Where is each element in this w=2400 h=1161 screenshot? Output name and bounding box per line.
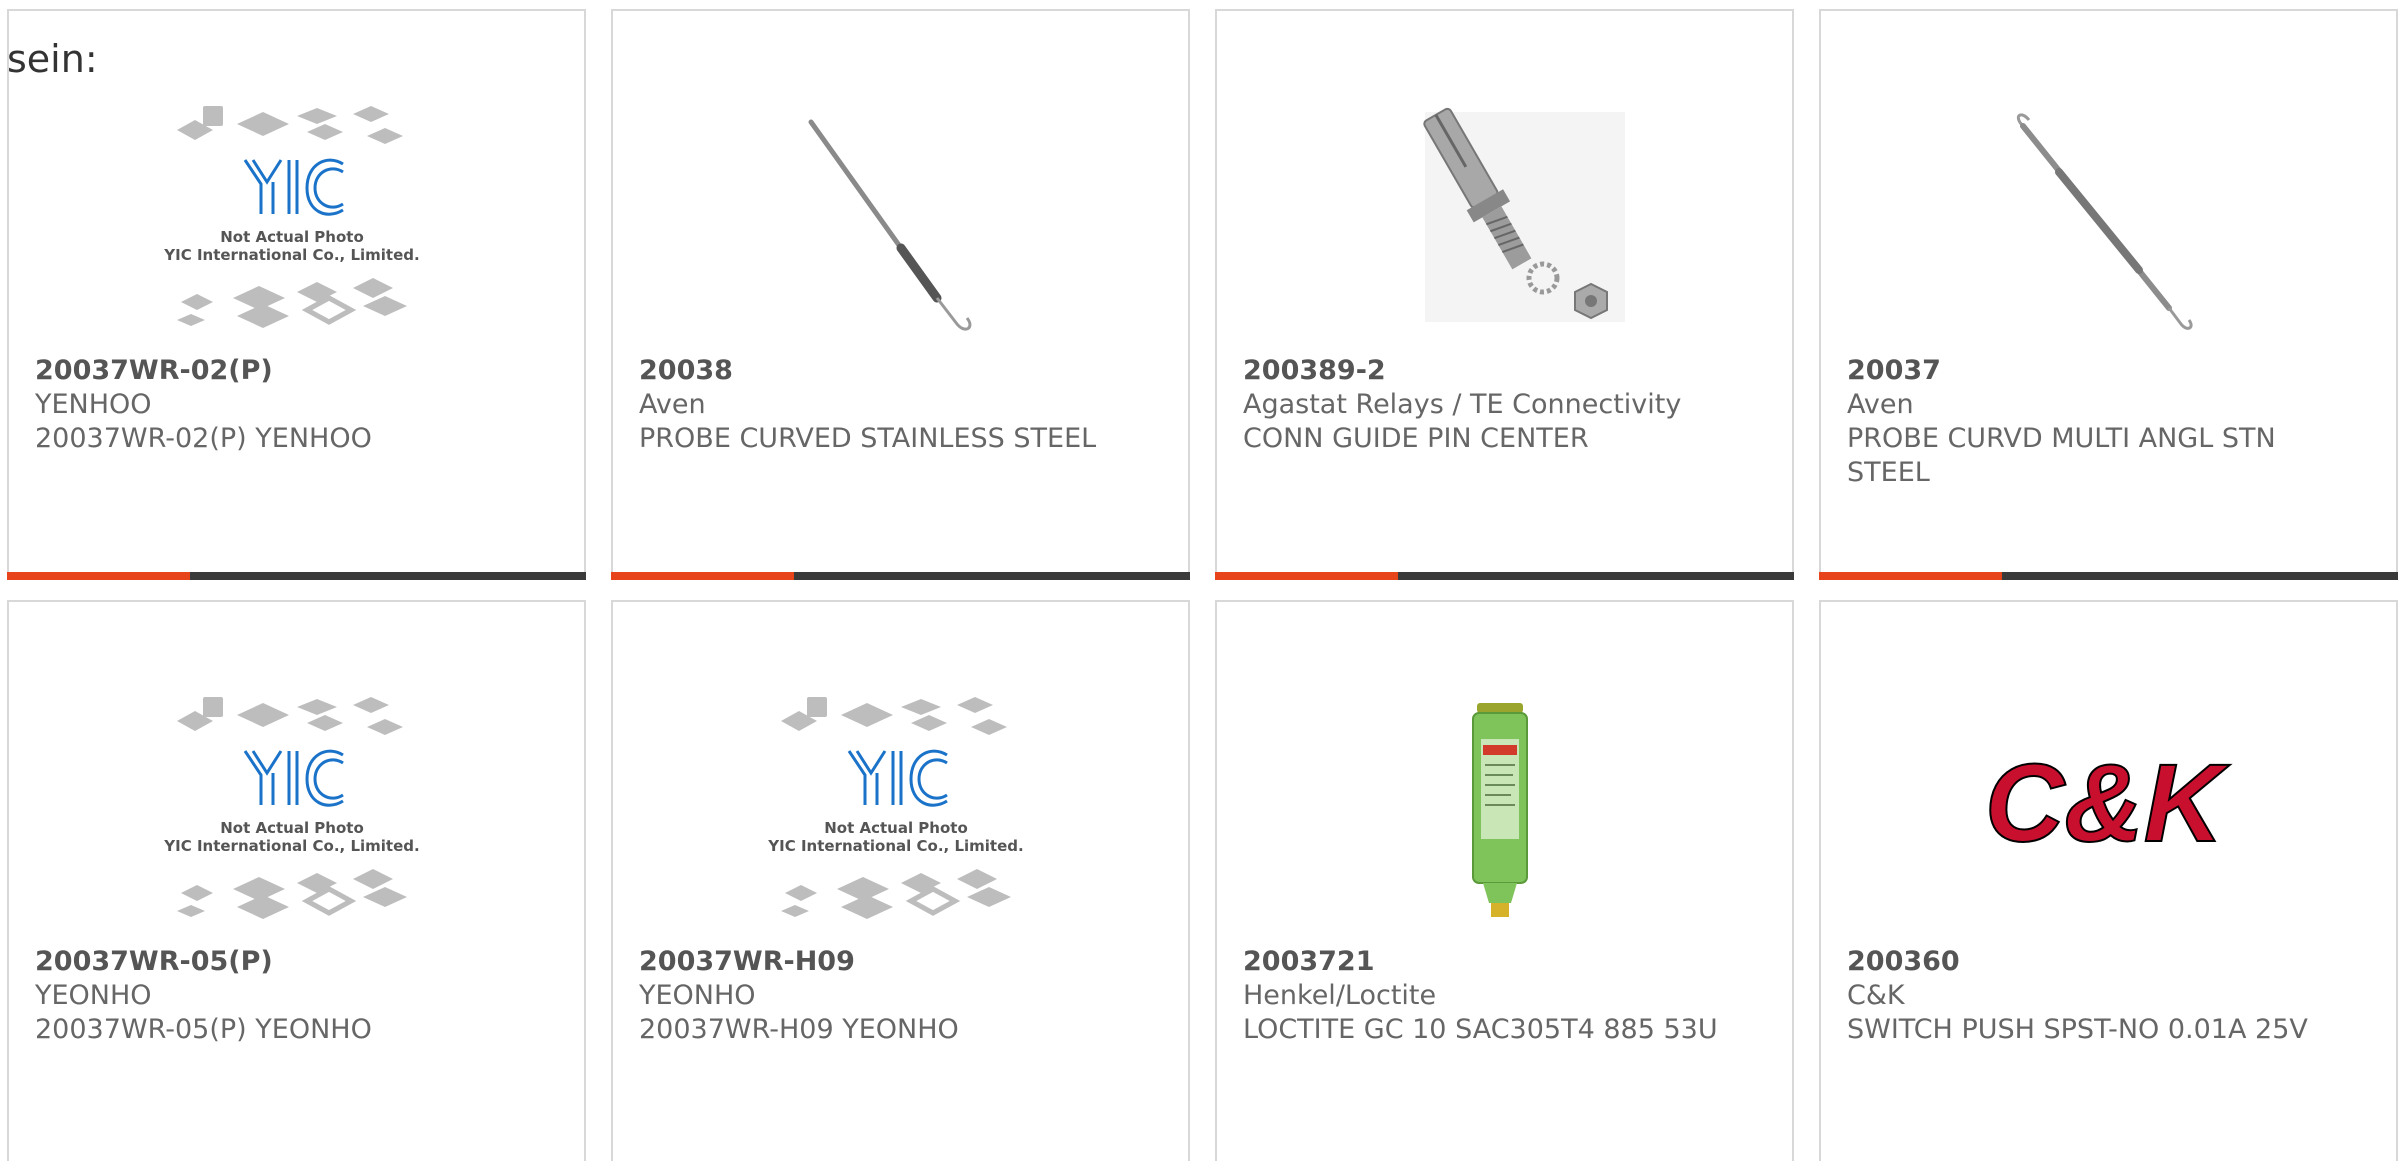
card-bottom-bar <box>1819 572 2398 580</box>
product-card[interactable]: 20037 Aven PROBE CURVD MULTI ANGL STN ST… <box>1819 9 2398 580</box>
solder-paste-cartridge-image[interactable] <box>1365 678 1635 948</box>
product-card[interactable]: C&K 200360 C&K SWITCH PUSH SPST-NO 0.01A… <box>1819 600 2398 1161</box>
yic-placeholder-image[interactable]: Not Actual Photo YIC International Co., … <box>157 678 427 948</box>
product-description: 20037WR-05(P) YEONHO <box>35 1014 372 1045</box>
placeholder-line2: YIC International Co., Limited. <box>163 246 419 264</box>
product-card[interactable]: 2003721 Henkel/Loctite LOCTITE GC 10 SAC… <box>1215 600 1794 1161</box>
part-number-link[interactable]: 20038 <box>639 354 1148 388</box>
product-info: 20037WR-02(P) YENHOO 20037WR-02(P) YENHO… <box>35 354 544 456</box>
part-number-link[interactable]: 20037WR-H09 <box>639 945 1148 979</box>
part-number-link[interactable]: 20037WR-02(P) <box>35 354 544 388</box>
product-description: LOCTITE GC 10 SAC305T4 885 53U <box>1243 1014 1718 1045</box>
placeholder-line2: YIC International Co., Limited. <box>163 837 419 855</box>
part-number-link[interactable]: 2003721 <box>1243 945 1752 979</box>
card-bottom-bar <box>1215 572 1794 580</box>
ck-logo[interactable]: C&K <box>1969 678 2239 948</box>
product-description: PROBE CURVED STAINLESS STEEL <box>639 423 1097 454</box>
product-description: SWITCH PUSH SPST-NO 0.01A 25V <box>1847 1014 2308 1045</box>
manufacturer-name: C&K <box>1847 980 1905 1011</box>
placeholder-line1: Not Actual Photo <box>220 819 364 837</box>
card-accent-bar <box>1215 572 1398 580</box>
placeholder-line2: YIC International Co., Limited. <box>767 837 1023 855</box>
product-card[interactable]: 200389-2 Agastat Relays / TE Connectivit… <box>1215 9 1794 580</box>
guide-pin-image[interactable] <box>1365 87 1635 357</box>
card-bottom-bar <box>7 572 586 580</box>
placeholder-line1: Not Actual Photo <box>824 819 968 837</box>
product-grid: Not Actual Photo YIC International Co., … <box>0 0 2400 1161</box>
product-card[interactable]: Not Actual Photo YIC International Co., … <box>7 9 586 580</box>
product-description: CONN GUIDE PIN CENTER <box>1243 423 1589 454</box>
yic-placeholder-image[interactable]: Not Actual Photo YIC International Co., … <box>761 678 1031 948</box>
card-accent-bar <box>611 572 794 580</box>
card-bottom-bar <box>611 572 1190 580</box>
manufacturer-name: YEONHO <box>35 980 152 1011</box>
probe-tool-image[interactable] <box>761 87 1031 357</box>
product-description: 20037WR-02(P) YENHOO <box>35 423 372 454</box>
product-card[interactable]: Not Actual Photo YIC International Co., … <box>611 600 1190 1161</box>
double-probe-image[interactable] <box>1969 87 2239 357</box>
product-card[interactable]: 20038 Aven PROBE CURVED STAINLESS STEEL <box>611 9 1190 580</box>
product-info: 200360 C&K SWITCH PUSH SPST-NO 0.01A 25V <box>1847 945 2356 1047</box>
product-info: 20037WR-H09 YEONHO 20037WR-H09 YEONHO <box>639 945 1148 1047</box>
manufacturer-name: YENHOO <box>35 389 152 420</box>
manufacturer-name: Aven <box>1847 389 1914 420</box>
product-card[interactable]: Not Actual Photo YIC International Co., … <box>7 600 586 1161</box>
part-number-link[interactable]: 20037WR-05(P) <box>35 945 544 979</box>
manufacturer-name: YEONHO <box>639 980 756 1011</box>
product-info: 20037WR-05(P) YEONHO 20037WR-05(P) YEONH… <box>35 945 544 1047</box>
manufacturer-name: Aven <box>639 389 706 420</box>
manufacturer-name: Agastat Relays / TE Connectivity <box>1243 389 1682 420</box>
product-info: 2003721 Henkel/Loctite LOCTITE GC 10 SAC… <box>1243 945 1752 1047</box>
manufacturer-name: Henkel/Loctite <box>1243 980 1437 1011</box>
ck-logo-text: C&K <box>1985 742 2231 865</box>
product-info: 20037 Aven PROBE CURVD MULTI ANGL STN ST… <box>1847 354 2356 490</box>
product-info: 20038 Aven PROBE CURVED STAINLESS STEEL <box>639 354 1148 456</box>
card-accent-bar <box>1819 572 2002 580</box>
card-accent-bar <box>7 572 190 580</box>
part-number-link[interactable]: 200389-2 <box>1243 354 1752 388</box>
yic-placeholder-image[interactable]: Not Actual Photo YIC International Co., … <box>157 87 427 357</box>
product-description: 20037WR-H09 YEONHO <box>639 1014 959 1045</box>
part-number-link[interactable]: 200360 <box>1847 945 2356 979</box>
part-number-link[interactable]: 20037 <box>1847 354 2356 388</box>
lead-text: sein: <box>7 37 98 81</box>
product-info: 200389-2 Agastat Relays / TE Connectivit… <box>1243 354 1752 456</box>
placeholder-line1: Not Actual Photo <box>220 228 364 246</box>
product-description: PROBE CURVD MULTI ANGL STN STEEL <box>1847 423 2276 488</box>
